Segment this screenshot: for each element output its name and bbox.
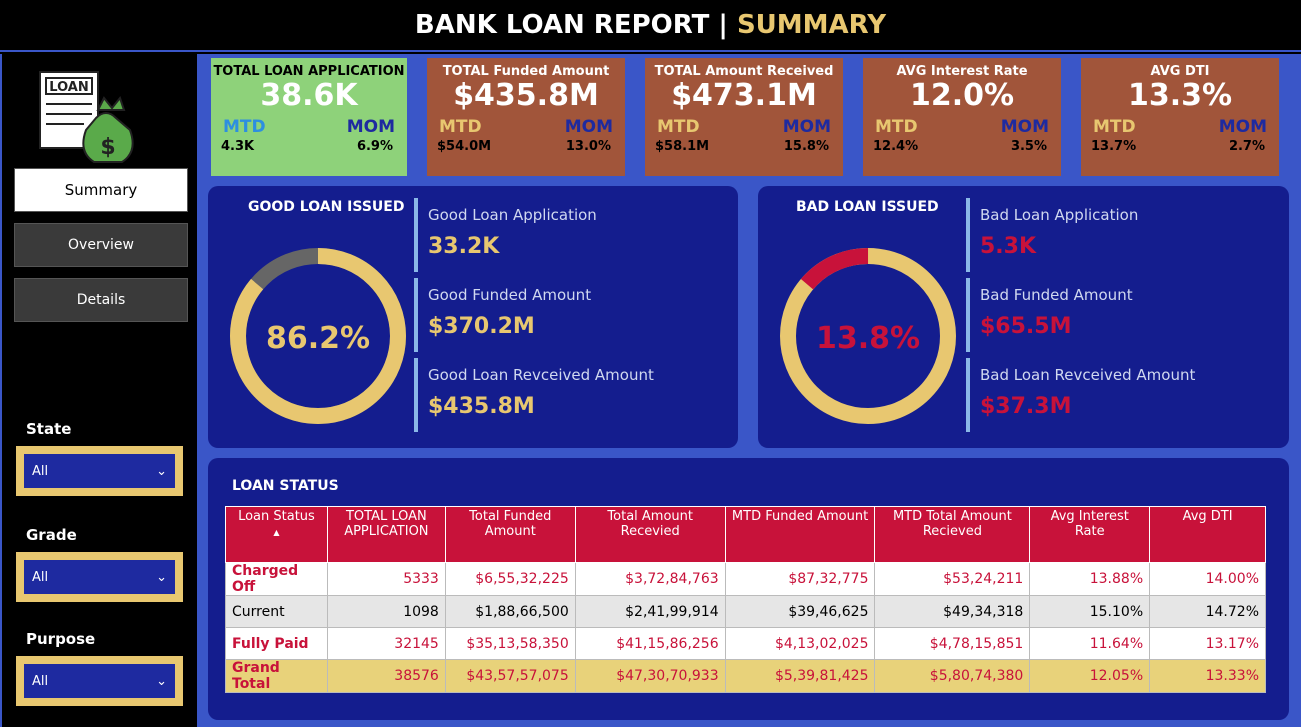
table-row[interactable]: Fully Paid 32145 $35,13,58,350 $41,15,86,25… [225, 627, 1266, 660]
table-cell: 5333 [326, 562, 446, 596]
loan-status-table: Loan Status ▲ TOTAL LOAN APPLICATION Tota… [225, 506, 1266, 693]
table-cell: $49,34,318 [874, 595, 1031, 628]
column-header[interactable]: Avg DTI [1149, 506, 1266, 563]
good-metric-received: Good Loan Revceived Amount $435.8M [414, 358, 654, 432]
bad-metric-applications: Bad Loan Application 5.3K [966, 198, 1138, 272]
nav-overview-button[interactable]: Overview [14, 223, 188, 267]
table-row[interactable]: Charged Off 5333 $6,55,32,225 $3,72,84,763 $… [225, 562, 1266, 596]
table-cell: $43,57,57,075 [444, 659, 576, 693]
table-cell: $4,13,02,025 [724, 627, 876, 660]
chevron-down-icon: ⌄ [156, 569, 167, 585]
table-cell: Current [225, 595, 328, 628]
table-cell: $2,41,99,914 [574, 595, 726, 628]
kpi-amount-received[interactable]: TOTAL Amount Received $473.1M MTD MOM $58… [645, 58, 843, 176]
state-slicer[interactable]: All ⌄ [16, 446, 183, 496]
sort-ascending-icon: ▲ [273, 528, 280, 537]
good-percent: 86.2% [266, 321, 370, 356]
bad-metric-funded: Bad Funded Amount $65.5M [966, 278, 1133, 352]
column-header[interactable]: TOTAL LOAN APPLICATION [326, 506, 446, 563]
table-cell: $6,55,32,225 [444, 562, 576, 596]
table-cell: $3,72,84,763 [574, 562, 726, 596]
table-cell: $35,13,58,350 [444, 627, 576, 660]
table-cell: $47,30,70,933 [574, 659, 726, 693]
bad-loan-panel: BAD LOAN ISSUED 13.8% Bad Loan Applicati… [758, 186, 1289, 448]
kpi-value: 13.3% [1127, 78, 1233, 113]
good-loan-panel: GOOD LOAN ISSUED 86.2% Good Loan Applica… [208, 186, 738, 448]
table-cell: 12.05% [1029, 659, 1151, 693]
kpi-avg-interest-rate[interactable]: AVG Interest Rate 12.0% MTD MOM 12.4% 3.5% [863, 58, 1061, 176]
table-cell: Charged Off [225, 562, 328, 596]
table-cell: $41,15,86,256 [574, 627, 726, 660]
table-cell: 15.10% [1029, 595, 1151, 628]
title-main: BANK LOAN REPORT | [414, 10, 728, 40]
bad-percent: 13.8% [816, 321, 920, 356]
table-cell: $53,24,211 [874, 562, 1031, 596]
table-cell: 11.64% [1029, 627, 1151, 660]
grade-dropdown[interactable]: All ⌄ [24, 560, 175, 594]
table-cell: $5,80,74,380 [874, 659, 1031, 693]
kpi-value: 38.6K [260, 78, 358, 113]
table-cell: 32145 [326, 627, 446, 660]
loan-status-title: LOAN STATUS [232, 478, 339, 494]
good-loan-title: GOOD LOAN ISSUED [248, 199, 405, 215]
good-loan-donut[interactable]: 86.2% [226, 244, 410, 428]
table-cell: 13.88% [1029, 562, 1151, 596]
grade-slicer[interactable]: All ⌄ [16, 552, 183, 602]
bad-loan-title: BAD LOAN ISSUED [796, 199, 939, 215]
purpose-dropdown[interactable]: All ⌄ [24, 664, 175, 698]
table-total-row: Grand Total 38576 $43,57,57,075 $47,30,70,9… [225, 659, 1266, 693]
table-cell: $39,46,625 [724, 595, 876, 628]
table-cell: $5,39,81,425 [724, 659, 876, 693]
kpi-value: $473.1M [671, 78, 817, 113]
nav-details-button[interactable]: Details [14, 278, 188, 322]
table-cell: $1,88,66,500 [444, 595, 576, 628]
kpi-total-applications[interactable]: TOTAL LOAN APPLICATION 38.6K MTD MOM 4.3K… [211, 58, 407, 176]
column-header[interactable]: Loan Status ▲ [225, 506, 328, 563]
loan-document-icon: LOAN $ [39, 71, 134, 163]
kpi-value: $435.8M [453, 78, 599, 113]
column-header[interactable]: MTD Total Amount Recieved [874, 506, 1031, 563]
column-header[interactable]: Total Amount Recevied [574, 506, 726, 563]
chevron-down-icon: ⌄ [156, 673, 167, 689]
main-content: TOTAL LOAN APPLICATION 38.6K MTD MOM 4.3K… [197, 54, 1301, 727]
table-header-row: Loan Status ▲ TOTAL LOAN APPLICATION Tota… [225, 506, 1266, 563]
column-header[interactable]: MTD Funded Amount [724, 506, 876, 563]
bad-metric-received: Bad Loan Revceived Amount $37.3M [966, 358, 1195, 432]
sidebar: LOAN $ Summary Overview Details State Al… [0, 54, 197, 727]
table-cell: 14.72% [1149, 595, 1266, 628]
table-cell: Fully Paid [225, 627, 328, 660]
column-header[interactable]: Total Funded Amount [444, 506, 576, 563]
report-title: BANK LOAN REPORT | SUMMARY [0, 0, 1301, 52]
title-accent: SUMMARY [736, 10, 887, 40]
table-cell: 1098 [326, 595, 446, 628]
column-header[interactable]: Avg Interest Rate [1029, 506, 1151, 563]
purpose-slicer-label: Purpose [26, 630, 96, 648]
bad-loan-donut[interactable]: 13.8% [776, 244, 960, 428]
good-metric-applications: Good Loan Application 33.2K [414, 198, 597, 272]
table-row[interactable]: Current 1098 $1,88,66,500 $2,41,99,914 $39,4… [225, 595, 1266, 628]
chevron-down-icon: ⌄ [156, 463, 167, 479]
kpi-funded-amount[interactable]: TOTAL Funded Amount $435.8M MTD MOM $54.0… [427, 58, 625, 176]
nav-summary-button[interactable]: Summary [14, 168, 188, 212]
logo-text: LOAN [49, 80, 88, 95]
kpi-avg-dti[interactable]: AVG DTI 13.3% MTD MOM 13.7% 2.7% [1081, 58, 1279, 176]
table-cell: 13.33% [1149, 659, 1266, 693]
table-cell: $87,32,775 [724, 562, 876, 596]
table-cell: $4,78,15,851 [874, 627, 1031, 660]
table-cell: 13.17% [1149, 627, 1266, 660]
table-cell: Grand Total [225, 659, 328, 693]
table-cell: 14.00% [1149, 562, 1266, 596]
grade-slicer-label: Grade [26, 526, 77, 544]
good-metric-funded: Good Funded Amount $370.2M [414, 278, 591, 352]
state-dropdown[interactable]: All ⌄ [24, 454, 175, 488]
svg-text:$: $ [100, 135, 115, 160]
table-cell: 38576 [326, 659, 446, 693]
kpi-value: 12.0% [909, 78, 1015, 113]
state-slicer-label: State [26, 420, 72, 438]
purpose-slicer[interactable]: All ⌄ [16, 656, 183, 706]
